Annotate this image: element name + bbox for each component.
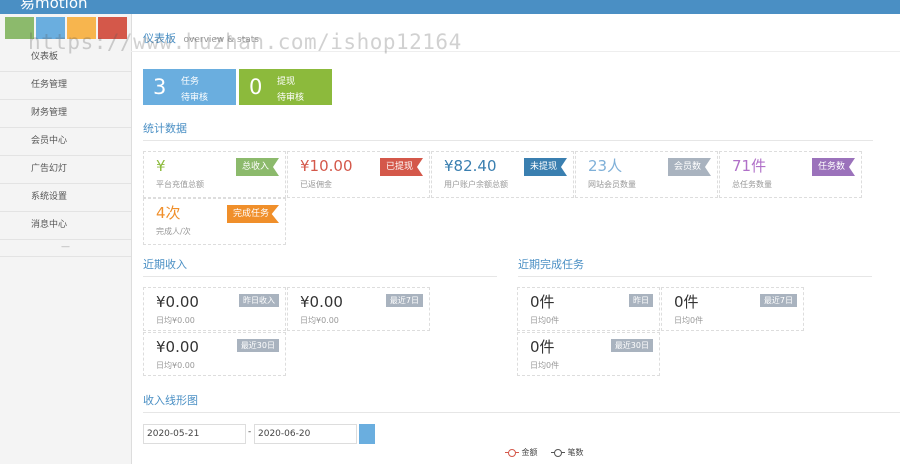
- shortcut-tile-blue[interactable]: [36, 17, 65, 39]
- tasks-30days-avg: 日均0件: [530, 361, 560, 370]
- stat-card-tasks: 71件 总任务数量 任务数: [719, 151, 862, 198]
- shortcut-tile-red[interactable]: [98, 17, 127, 39]
- tasks-yesterday-value: 0件: [530, 293, 555, 311]
- pending-withdraw-count: 0: [249, 75, 263, 99]
- page-subtitle: overview & stats: [183, 35, 260, 45]
- sidebar: 仪表板 任务管理 财务管理 会员中心 广告幻灯 系统设置 消息中心 —: [0, 14, 132, 464]
- stat-card-balance: ¥82.40 用户账户余额总额 未提现: [431, 151, 574, 198]
- main-content: 仪表板 overview & stats 3 任务 待审核 0 提现 待审核 统…: [131, 14, 900, 464]
- pending-withdraw-tile[interactable]: 0 提现 待审核: [239, 69, 332, 105]
- date-from-input[interactable]: 2020-05-21: [143, 424, 246, 444]
- date-range-separator: -: [248, 427, 252, 437]
- tasks-7days-tag: 最近7日: [759, 294, 797, 307]
- side-menu: 仪表板 任务管理 财务管理 会员中心 广告幻灯 系统设置 消息中心 —: [0, 44, 131, 257]
- stat-card-recharge: ¥ 平台充值总额 总收入: [143, 151, 286, 198]
- legend-item-count[interactable]: 笔数: [551, 447, 584, 459]
- tasks-7days-avg: 日均0件: [674, 316, 704, 325]
- stat-completed-badge: 完成任务: [226, 205, 279, 223]
- sidebar-item-dashboard[interactable]: 仪表板: [0, 44, 131, 72]
- income-section-divider: [143, 276, 497, 277]
- tasks-yesterday-tag: 昨日: [629, 294, 653, 307]
- sidebar-item-settings[interactable]: 系统设置: [0, 184, 131, 212]
- stat-tasks-label: 总任务数量: [732, 180, 772, 189]
- income-7days-value: ¥0.00: [300, 293, 343, 311]
- stat-completed-label: 完成人/次: [156, 227, 191, 236]
- income-section-title: 近期收入: [143, 258, 187, 271]
- stat-commission-value: ¥10.00: [300, 157, 353, 175]
- stat-card-completed: 4次 完成人/次 完成任务: [143, 198, 286, 245]
- income-yesterday-avg: 日均¥0.00: [156, 316, 195, 325]
- query-button[interactable]: [359, 424, 375, 444]
- stat-balance-badge: 未提现: [523, 158, 567, 176]
- income-30days-value: ¥0.00: [156, 338, 199, 356]
- pending-tasks-count: 3: [153, 75, 167, 99]
- stat-members-label: 网站会员数量: [588, 180, 636, 189]
- tasks-30days-tag: 最近30日: [610, 339, 653, 352]
- sidebar-item-finance[interactable]: 财务管理: [0, 100, 131, 128]
- stat-commission-label: 已返佣金: [300, 180, 332, 189]
- stat-card-members: 23人 网站会员数量 会员数: [575, 151, 718, 198]
- sidebar-item-messages[interactable]: 消息中心: [0, 212, 131, 240]
- sidebar-item-tasks[interactable]: 任务管理: [0, 72, 131, 100]
- top-bar: 易motion: [0, 0, 900, 14]
- breadcrumb-divider: [131, 51, 900, 52]
- stat-tasks-value: 71件: [732, 157, 767, 175]
- sidebar-item-ads[interactable]: 广告幻灯: [0, 156, 131, 184]
- shortcut-tile-orange[interactable]: [67, 17, 96, 39]
- stats-section-divider: [143, 140, 873, 141]
- stat-recharge-value: ¥: [156, 157, 166, 175]
- pending-withdraw-status: 待审核: [277, 93, 305, 103]
- legend-item-amount[interactable]: 金额: [505, 447, 538, 459]
- stat-recharge-label: 平台充值总额: [156, 180, 204, 189]
- stats-section-title: 统计数据: [143, 122, 187, 135]
- date-to-input[interactable]: 2020-06-20: [254, 424, 357, 444]
- stat-recharge-badge: 总收入: [235, 158, 279, 176]
- income-30days-tag: 最近30日: [236, 339, 279, 352]
- pending-withdraw-label: 提现: [277, 77, 296, 87]
- income-yesterday-tag: 昨日收入: [239, 294, 279, 307]
- shortcut-tile-green[interactable]: [5, 17, 34, 39]
- tasks-7days-value: 0件: [674, 293, 699, 311]
- income-7days-avg: 日均¥0.00: [300, 316, 339, 325]
- income-30days-avg: 日均¥0.00: [156, 361, 195, 370]
- tasks-30days-value: 0件: [530, 338, 555, 356]
- sidebar-item-members[interactable]: 会员中心: [0, 128, 131, 156]
- income-box-yesterday: ¥0.00 日均¥0.00 昨日收入: [143, 287, 286, 331]
- pending-tasks-status: 待审核: [181, 93, 209, 103]
- tasks-yesterday-avg: 日均0件: [530, 316, 560, 325]
- tasks-box-30days: 0件 日均0件 最近30日: [517, 332, 660, 376]
- tasks-section-divider: [518, 276, 872, 277]
- legend-count-icon: [551, 448, 565, 458]
- tasks-box-yesterday: 0件 日均0件 昨日: [517, 287, 660, 331]
- pending-tasks-tile[interactable]: 3 任务 待审核: [143, 69, 236, 105]
- stat-tasks-badge: 任务数: [811, 158, 855, 176]
- breadcrumb: 仪表板 overview & stats: [143, 30, 259, 46]
- sidebar-collapse-toggle[interactable]: —: [0, 240, 131, 257]
- tasks-section-title: 近期完成任务: [518, 258, 584, 271]
- chart-section-divider: [143, 412, 900, 413]
- stat-members-value: 23人: [588, 157, 623, 175]
- legend-count-label: 笔数: [567, 448, 584, 457]
- income-7days-tag: 最近7日: [385, 294, 423, 307]
- pending-tasks-label: 任务: [181, 77, 200, 87]
- income-box-30days: ¥0.00 日均¥0.00 最近30日: [143, 332, 286, 376]
- chart-section-title: 收入线形图: [143, 394, 198, 407]
- stat-balance-value: ¥82.40: [444, 157, 497, 175]
- tasks-box-7days: 0件 日均0件 最近7日: [661, 287, 804, 331]
- stat-members-badge: 会员数: [667, 158, 711, 176]
- stat-card-commission: ¥10.00 已返佣金 已提现: [287, 151, 430, 198]
- income-yesterday-value: ¥0.00: [156, 293, 199, 311]
- legend-amount-icon: [505, 448, 519, 458]
- stat-commission-badge: 已提现: [379, 158, 423, 176]
- stat-balance-label: 用户账户余额总额: [444, 180, 508, 189]
- stat-completed-value: 4次: [156, 204, 181, 222]
- page-title: 仪表板: [143, 32, 176, 45]
- income-box-7days: ¥0.00 日均¥0.00 最近7日: [287, 287, 430, 331]
- legend-amount-label: 金额: [521, 448, 538, 457]
- app-title: 易motion: [20, 0, 88, 12]
